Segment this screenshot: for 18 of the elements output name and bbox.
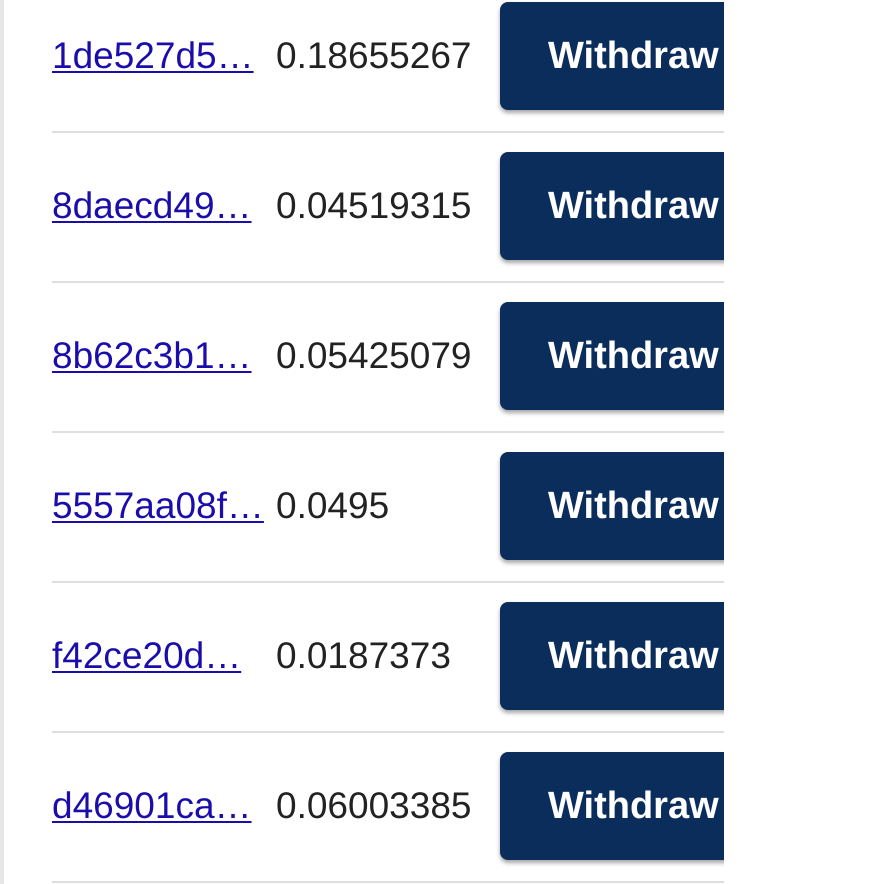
- withdraw-button[interactable]: Withdraw: [500, 152, 724, 260]
- address-link[interactable]: f42ce20d…: [52, 635, 276, 677]
- withdraw-button[interactable]: Withdraw: [500, 302, 724, 410]
- address-link[interactable]: d46901ca…: [52, 785, 276, 827]
- address-link[interactable]: 8b62c3b1…: [52, 335, 276, 377]
- withdraw-button[interactable]: Withdraw: [500, 2, 724, 110]
- address-link[interactable]: 1de527d5…: [52, 35, 276, 77]
- withdraw-button[interactable]: Withdraw: [500, 602, 724, 710]
- amount-text: 0.18655267: [276, 35, 472, 77]
- amount-text: 0.05425079: [276, 335, 472, 377]
- address-link[interactable]: 8daecd49…: [52, 185, 276, 227]
- amount-text: 0.0187373: [276, 635, 452, 677]
- withdraw-button[interactable]: Withdraw: [500, 752, 724, 860]
- amount-text: 0.0495: [276, 485, 390, 527]
- withdraw-button[interactable]: Withdraw: [500, 452, 724, 560]
- amount-text: 0.06003385: [276, 785, 472, 827]
- address-link[interactable]: 5557aa08f…: [52, 485, 276, 527]
- amount-text: 0.04519315: [276, 185, 472, 227]
